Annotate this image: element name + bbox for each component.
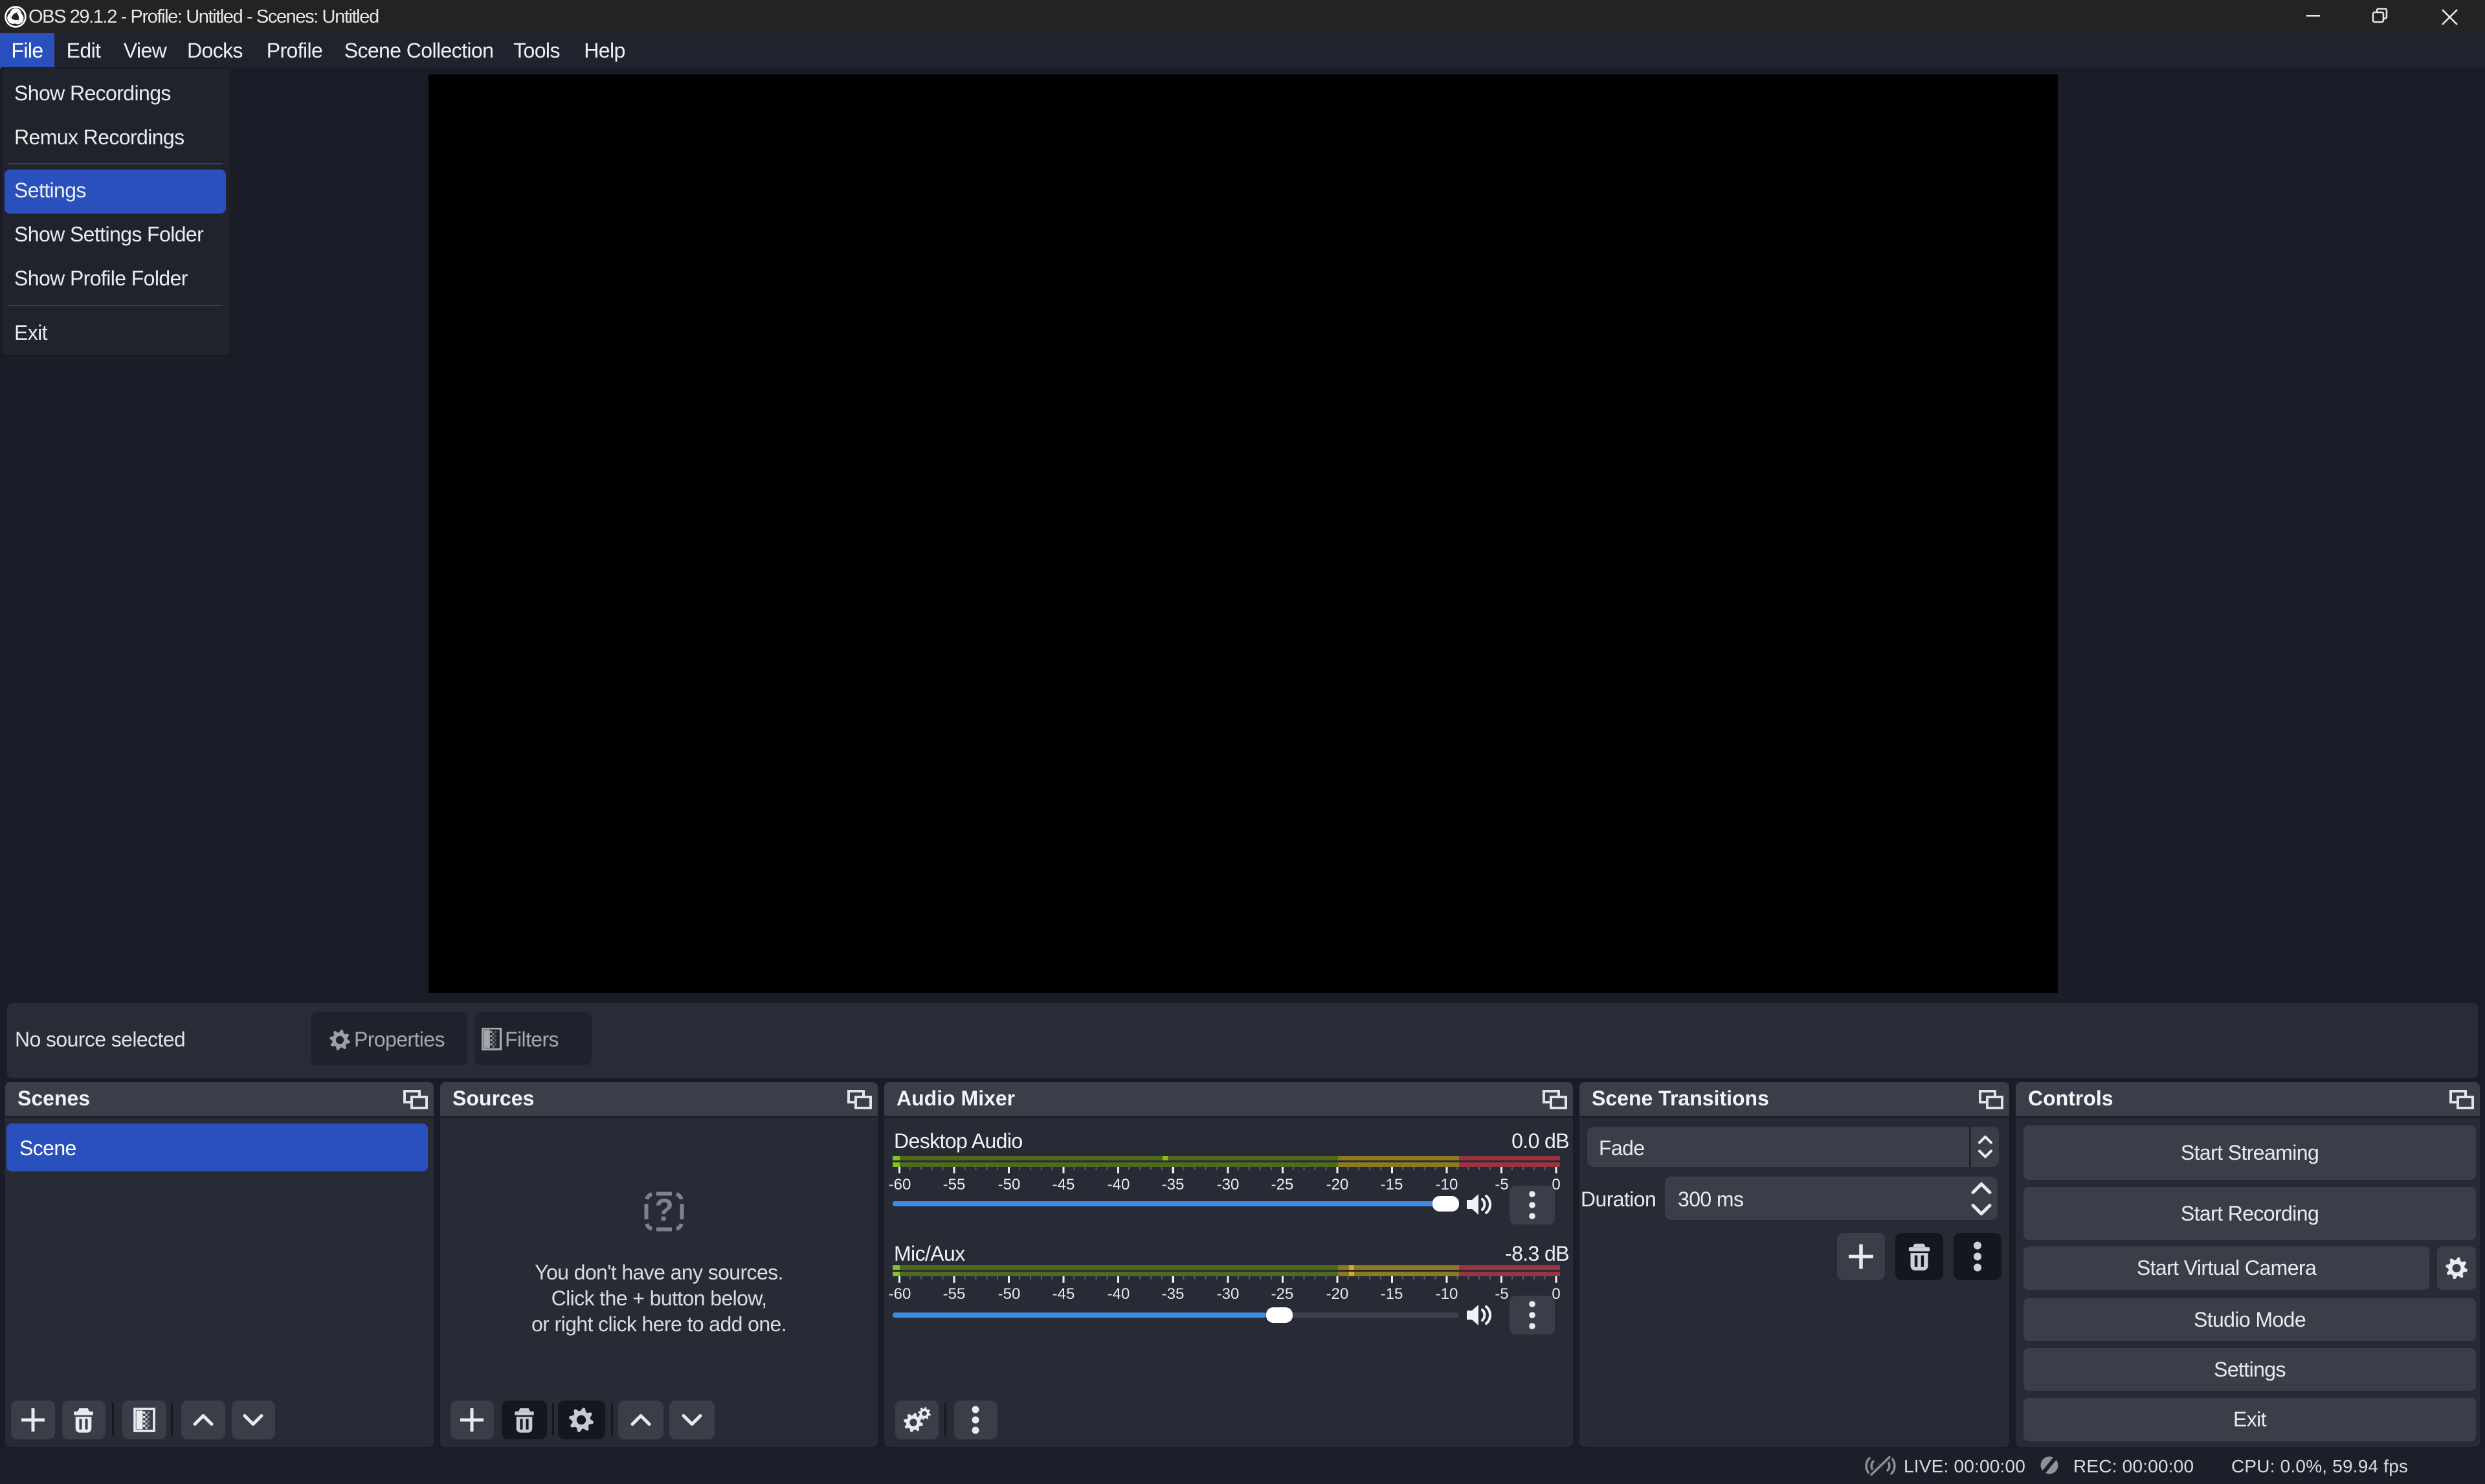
svg-text:?: ? [654, 1193, 673, 1228]
